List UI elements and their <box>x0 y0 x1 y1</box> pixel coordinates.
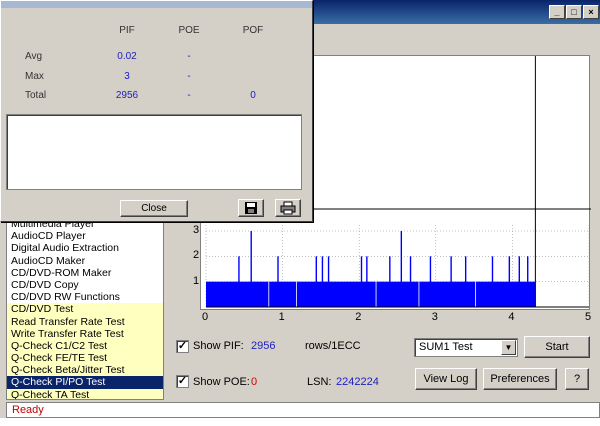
test-type-value: SUM1 Test <box>419 341 473 353</box>
test-item[interactable]: CD/DVD RW Functions <box>7 291 163 303</box>
x-tick-label: 3 <box>431 311 438 323</box>
test-item[interactable]: Q-Check PI/PO Test <box>7 376 163 389</box>
row-label-avg: Avg <box>25 51 43 62</box>
x-tick-label: 2 <box>355 311 362 323</box>
test-item[interactable]: CD/DVD Copy <box>7 279 163 291</box>
results-text-area[interactable] <box>6 114 302 190</box>
results-dialog: PIF POE POF Avg 0.02 - Max 3 - Total 295… <box>0 0 313 222</box>
rows-label: rows/1ECC <box>305 340 361 352</box>
print-button[interactable] <box>275 199 301 217</box>
total-poe-value: - <box>187 90 191 101</box>
show-pif-label: Show PIF: <box>193 340 244 352</box>
show-pif-checkbox[interactable]: ✓ <box>176 340 189 353</box>
test-item[interactable]: Write Transfer Rate Test <box>7 327 163 340</box>
close-window-button[interactable]: × <box>583 5 599 19</box>
show-pif-value: 2956 <box>251 340 276 352</box>
test-item[interactable]: Q-Check TA Test <box>7 388 163 399</box>
x-tick-label: 4 <box>508 311 515 323</box>
avg-poe-value: - <box>187 51 191 62</box>
test-item[interactable]: Q-Check C1/C2 Test <box>7 339 163 353</box>
test-item[interactable]: CD/DVD-ROM Maker <box>7 267 163 279</box>
start-button[interactable]: Start <box>524 336 590 358</box>
minimize-button[interactable]: _ <box>549 5 565 19</box>
row-label-total: Total <box>25 90 47 101</box>
x-tick-label: 0 <box>202 311 209 323</box>
close-button[interactable]: Close <box>120 200 188 217</box>
chevron-down-icon[interactable]: ▼ <box>501 340 516 355</box>
background-window-strip <box>0 418 600 426</box>
test-item[interactable]: Read Transfer Rate Test <box>7 315 163 328</box>
y-tick-label: 2 <box>193 249 200 262</box>
save-button[interactable] <box>238 199 264 217</box>
lsn-label: LSN: <box>307 376 332 388</box>
column-header-pof: POF <box>242 25 264 36</box>
help-button[interactable]: ? <box>565 368 589 390</box>
max-pif-value: 3 <box>124 71 130 82</box>
total-pif-value: 2956 <box>115 90 139 101</box>
max-poe-value: - <box>187 71 191 82</box>
show-poe-checkbox[interactable]: ✓ <box>176 375 189 388</box>
y-tick-label: 3 <box>193 224 200 236</box>
lsn-value: 2242224 <box>336 376 379 388</box>
column-header-poe: POE <box>178 25 200 36</box>
x-tick-label: 5 <box>585 311 592 323</box>
status-bar: Ready <box>6 402 600 418</box>
tests-list[interactable]: Multimedia Player AudioCD Player Digital A… <box>6 218 164 400</box>
test-item[interactable]: AudioCD Maker <box>7 255 163 267</box>
test-item[interactable]: AudioCD Player <box>7 230 163 242</box>
test-item[interactable]: CD/DVD Test <box>7 303 163 316</box>
avg-pif-value: 0.02 <box>117 51 137 62</box>
view-log-button[interactable]: View Log <box>415 368 477 390</box>
floppy-disk-icon <box>245 202 257 214</box>
test-item[interactable]: Digital Audio Extraction <box>7 242 163 254</box>
test-type-select[interactable]: SUM1 Test ▼ <box>414 338 518 357</box>
test-item[interactable]: Q-Check FE/TE Test <box>7 352 163 365</box>
preferences-button[interactable]: Preferences <box>483 368 557 390</box>
test-item[interactable]: Q-Check Beta/Jitter Test <box>7 364 163 377</box>
column-header-pif: PIF <box>119 25 135 36</box>
y-tick-label: 1 <box>193 274 200 287</box>
row-label-max: Max <box>25 71 44 82</box>
total-pof-value: 0 <box>250 90 256 101</box>
printer-icon <box>280 201 296 215</box>
x-tick-label: 1 <box>278 311 285 323</box>
pif-baseline-bars <box>206 281 536 307</box>
dialog-title-bar <box>1 1 312 8</box>
maximize-button[interactable]: □ <box>566 5 582 19</box>
show-poe-label: Show POE: <box>193 376 250 388</box>
show-poe-value: 0 <box>251 376 258 388</box>
